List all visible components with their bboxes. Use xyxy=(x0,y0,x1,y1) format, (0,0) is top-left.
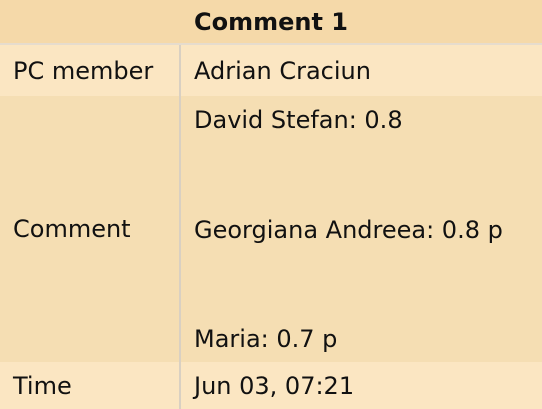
pc-member-value: Adrian Craciun xyxy=(181,45,542,96)
comment-value: David Stefan: 0.8 Georgiana Andreea: 0.8… xyxy=(181,96,542,362)
time-label: Time xyxy=(0,362,179,409)
comment-table: Comment 1 PC member Adrian Craciun Comme… xyxy=(0,0,542,409)
time-value: Jun 03, 07:21 xyxy=(181,362,542,409)
comment-line: Georgiana Andreea: 0.8 p xyxy=(194,216,503,244)
pc-member-row: PC member Adrian Craciun xyxy=(0,45,542,96)
comment-row: Comment David Stefan: 0.8 Georgiana Andr… xyxy=(0,96,542,362)
table-title: Comment 1 xyxy=(0,0,542,45)
comment-label: Comment xyxy=(0,96,179,362)
time-row: Time Jun 03, 07:21 xyxy=(0,362,542,409)
comment-line: Maria: 0.7 p xyxy=(194,325,338,353)
comment-line: David Stefan: 0.8 xyxy=(194,106,403,134)
pc-member-label: PC member xyxy=(0,45,179,96)
